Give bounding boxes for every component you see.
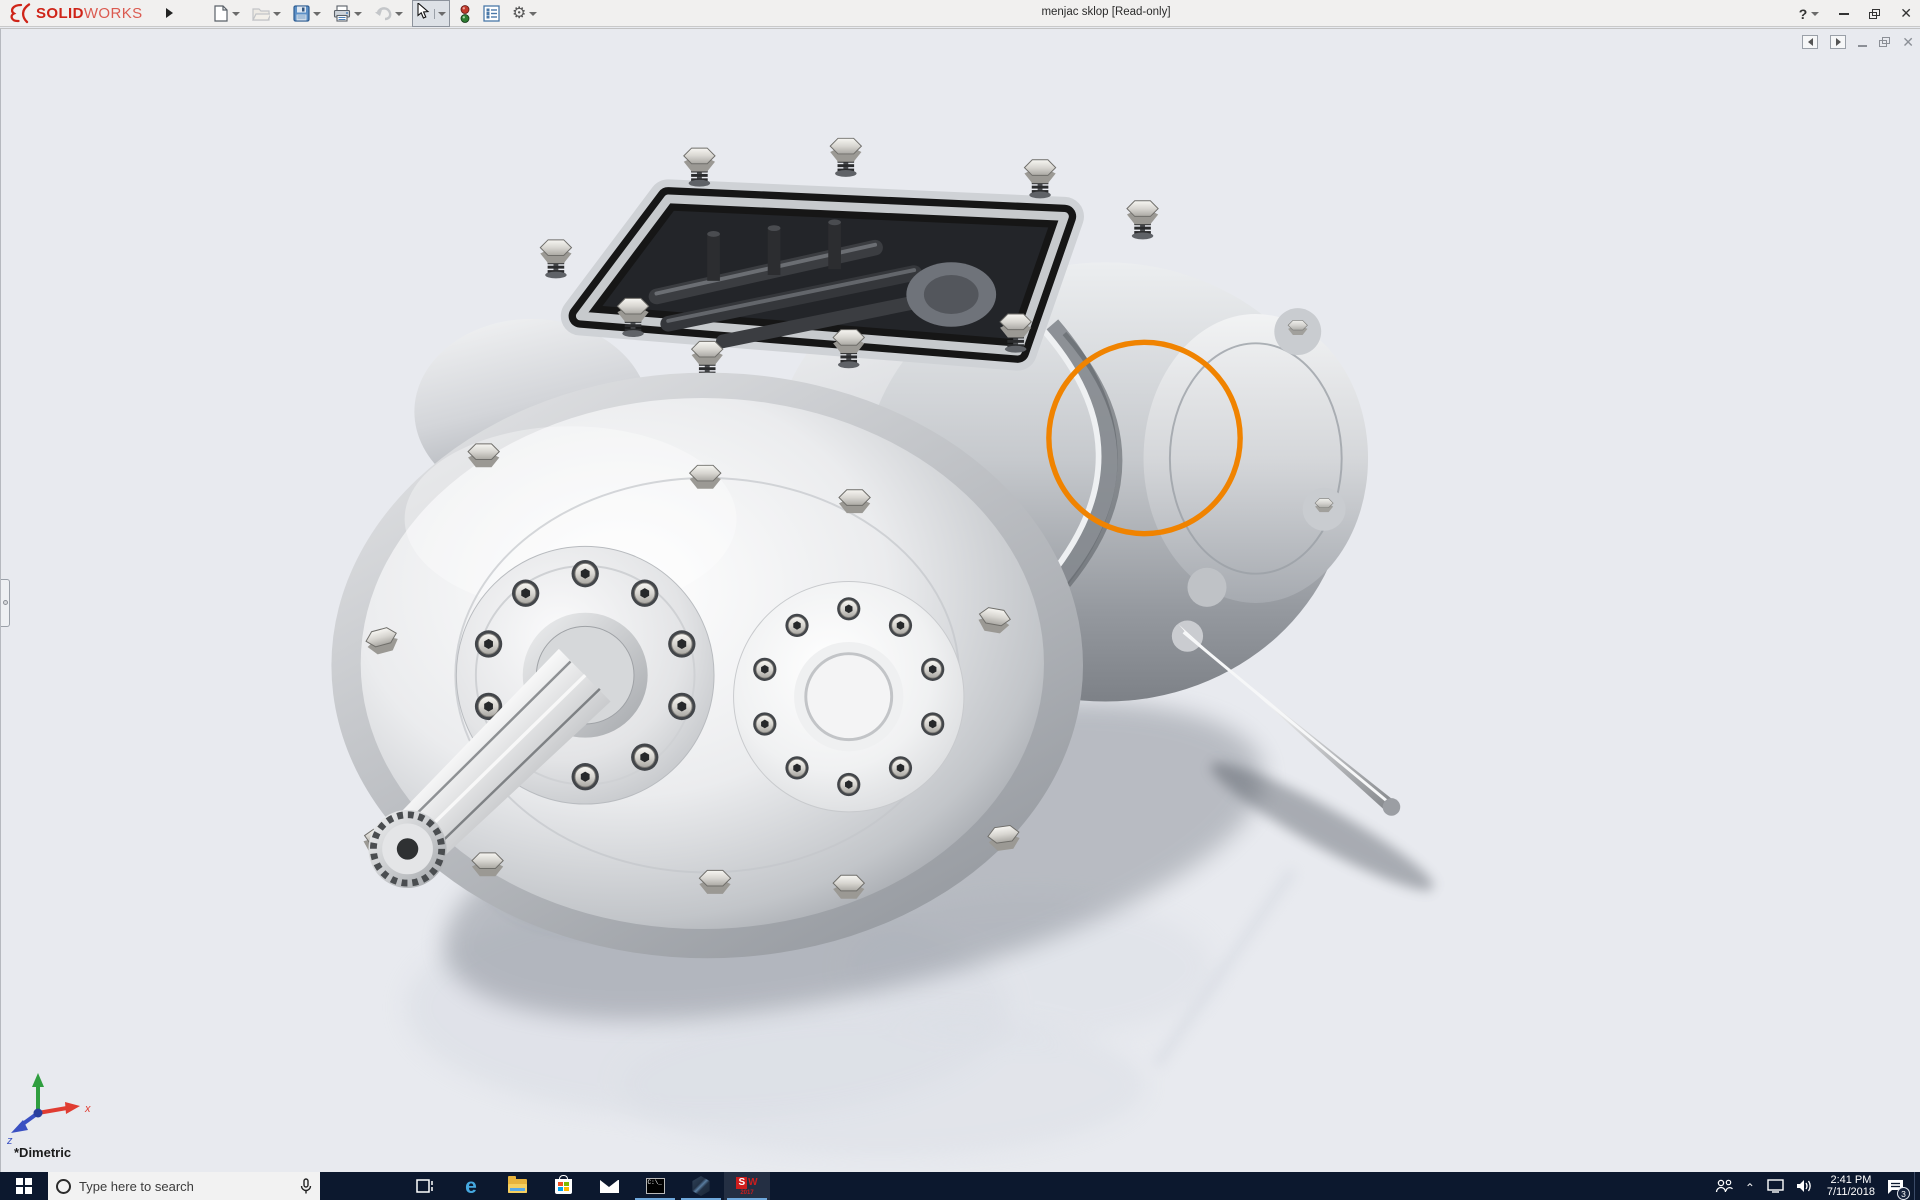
minimize-button[interactable] [1839, 13, 1849, 15]
network-button[interactable] [1761, 1172, 1790, 1200]
previous-document-button[interactable] [1802, 35, 1818, 49]
select-dropdown[interactable] [434, 9, 449, 19]
task-view-button[interactable] [402, 1172, 448, 1200]
task-view-icon [416, 1178, 434, 1194]
hexagon-app-icon [691, 1176, 711, 1196]
mail-icon [600, 1180, 619, 1193]
people-icon [1715, 1179, 1733, 1193]
tray-overflow-button[interactable]: ⌃ [1739, 1172, 1761, 1200]
gear-icon: ⚙ [512, 6, 526, 22]
view-orientation-label: *Dimetric [14, 1145, 71, 1160]
doc-minimize-button[interactable] [1858, 45, 1867, 47]
solidworks-logo-icon [8, 3, 32, 24]
arrow-right-icon [1836, 38, 1841, 46]
new-document-button[interactable] [210, 3, 243, 24]
flyout-arrow-icon [166, 8, 173, 18]
arrow-left-icon [1808, 38, 1813, 46]
solidworks-2017-icon: S W 2017 [736, 1177, 757, 1196]
open-icon [252, 6, 270, 21]
select-cursor-icon [417, 3, 430, 19]
restore-button[interactable] [1869, 9, 1880, 19]
help-button[interactable]: ? [1799, 6, 1820, 22]
taskbar-app-solidworks[interactable]: S W 2017 [724, 1172, 770, 1200]
top-cover [580, 199, 1064, 351]
bearing-cover-flange [734, 581, 964, 811]
taskbar-app-file-explorer[interactable] [494, 1172, 540, 1200]
help-dropdown[interactable] [1811, 12, 1819, 16]
standard-toolbar: ⚙ [210, 0, 540, 27]
taskbar-app-hexagon[interactable] [678, 1172, 724, 1200]
toolbar-flyout-button[interactable] [160, 2, 178, 24]
search-placeholder[interactable]: Type here to search [79, 1179, 292, 1194]
open-button[interactable] [249, 4, 284, 23]
titlebar: SOLIDWORKS [0, 0, 1920, 27]
rebuild-button[interactable] [456, 3, 474, 25]
brand-works: WORKS [84, 5, 143, 22]
undo-dropdown[interactable] [395, 12, 403, 16]
solidworks-logo: SOLIDWORKS [8, 3, 143, 24]
taskbar-app-edge[interactable]: e [448, 1172, 494, 1200]
show-desktop-button[interactable] [1914, 1172, 1920, 1200]
notification-badge: 3 [1897, 1187, 1910, 1200]
y-axis-arrow-icon [32, 1073, 44, 1087]
brand-solid: SOLID [36, 5, 84, 22]
chevron-up-icon: ⌃ [1745, 1181, 1755, 1195]
edge-icon: e [465, 1176, 477, 1197]
select-tool[interactable] [412, 0, 450, 27]
doc-restore-button[interactable] [1879, 37, 1890, 47]
people-button[interactable] [1709, 1172, 1739, 1200]
windows-logo-icon [16, 1178, 32, 1194]
z-axis-label: z [6, 1135, 13, 1147]
x-axis-arrow-icon [65, 1102, 80, 1114]
volume-button[interactable] [1790, 1172, 1819, 1200]
microphone-icon[interactable] [300, 1178, 312, 1195]
save-icon [293, 5, 310, 22]
print-dropdown[interactable] [354, 12, 362, 16]
undo-icon [374, 6, 392, 21]
feature-panel-tab[interactable] [1, 579, 10, 627]
start-button[interactable] [0, 1172, 48, 1200]
network-icon [1767, 1179, 1784, 1193]
graphics-area[interactable]: ✕ x z *Dimetric [0, 28, 1920, 1172]
help-icon: ? [1799, 6, 1808, 22]
print-button[interactable] [330, 3, 365, 24]
document-window-controls: ✕ [1802, 35, 1914, 49]
file-explorer-icon [508, 1179, 527, 1193]
taskbar-app-store[interactable] [540, 1172, 586, 1200]
close-button[interactable]: ✕ [1900, 5, 1912, 22]
taskbar-apps: e C:\_ S W 201 [402, 1172, 770, 1200]
save-dropdown[interactable] [313, 12, 321, 16]
store-icon [555, 1179, 572, 1194]
traffic-light-icon [459, 5, 471, 23]
cortana-icon [56, 1179, 71, 1194]
taskbar-app-command-prompt[interactable]: C:\_ [632, 1172, 678, 1200]
print-icon [333, 5, 351, 22]
action-center-button[interactable]: 3 [1883, 1172, 1914, 1200]
taskbar-clock[interactable]: 2:41 PM 7/11/2018 [1819, 1174, 1883, 1198]
x-axis-label: x [84, 1103, 91, 1115]
taskbar-app-mail[interactable] [586, 1172, 632, 1200]
taskbar: Type here to search e [0, 1172, 1920, 1200]
display-list-button[interactable] [480, 3, 503, 24]
gearbox-model[interactable] [1, 29, 1920, 1173]
command-prompt-icon: C:\_ [646, 1178, 665, 1194]
new-document-icon [213, 5, 229, 22]
panel-dot-icon [3, 600, 8, 605]
window-controls: ? ✕ [1799, 0, 1912, 27]
next-document-button[interactable] [1830, 35, 1846, 49]
options-button[interactable]: ⚙ [509, 4, 540, 24]
undo-button[interactable] [371, 4, 406, 23]
system-tray: ⌃ 2:41 PM 7/11/2018 3 [1709, 1172, 1920, 1200]
tray-time: 2:41 PM [1827, 1174, 1875, 1186]
taskbar-search[interactable]: Type here to search [48, 1172, 320, 1200]
new-document-dropdown[interactable] [232, 12, 240, 16]
options-dropdown[interactable] [529, 12, 537, 16]
volume-icon [1796, 1179, 1813, 1193]
open-dropdown[interactable] [273, 12, 281, 16]
document-title: menjac sklop [Read-only] [1041, 6, 1170, 18]
save-button[interactable] [290, 3, 324, 24]
list-icon [483, 5, 500, 22]
doc-close-button[interactable]: ✕ [1902, 35, 1914, 49]
tray-date: 7/11/2018 [1827, 1186, 1875, 1198]
